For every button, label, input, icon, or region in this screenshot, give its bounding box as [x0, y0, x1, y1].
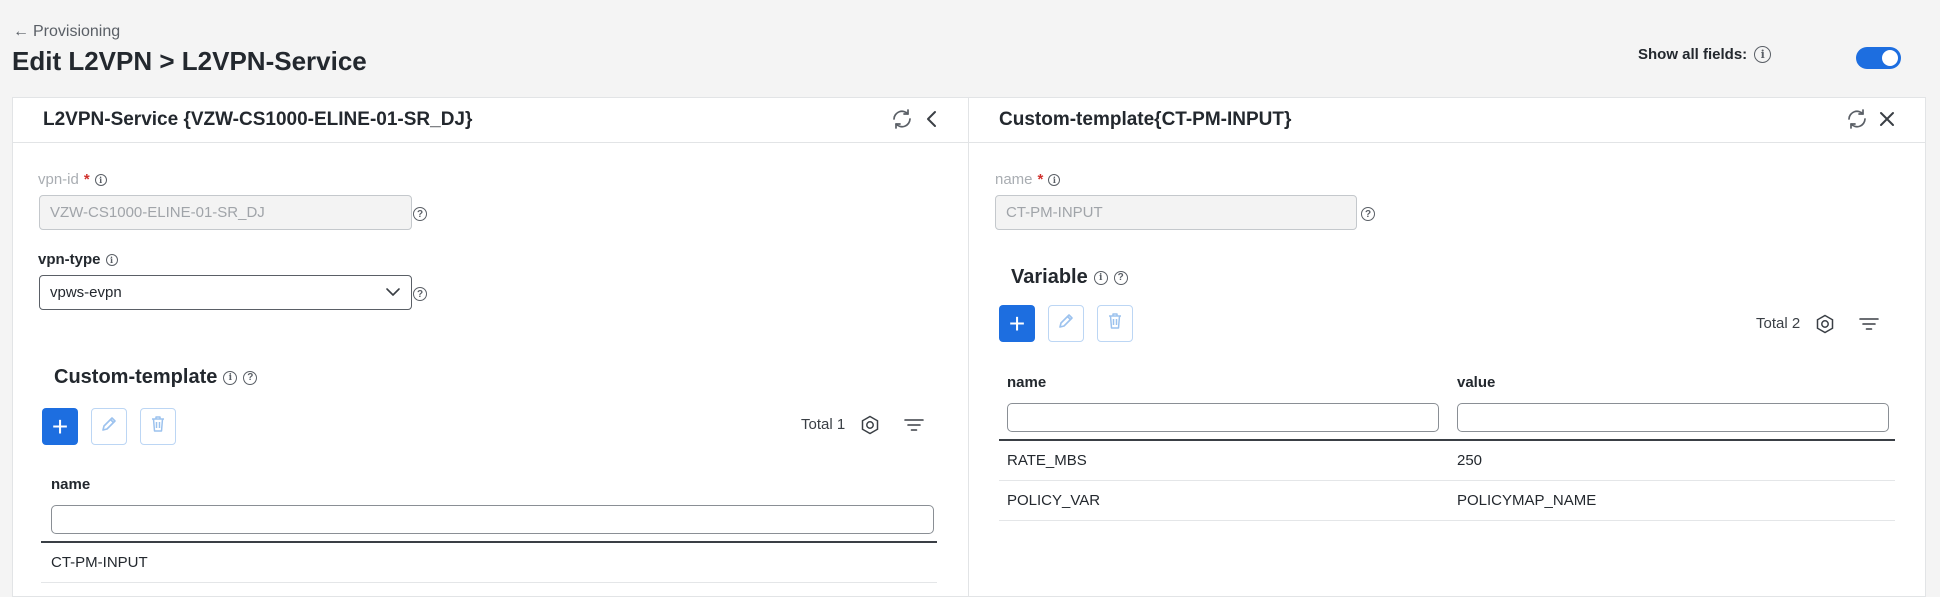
table-row[interactable]: CT-PM-INPUT	[41, 543, 937, 583]
delete-button[interactable]	[1097, 305, 1133, 342]
vpn-type-select[interactable]: vpws-evpn	[39, 275, 412, 310]
gear-icon[interactable]	[858, 413, 882, 437]
gear-icon[interactable]	[1813, 312, 1837, 336]
plus-icon: +	[51, 410, 69, 442]
custom-template-panel: Custom-template{CT-PM-INPUT} name * i CT…	[968, 97, 1926, 597]
value-filter-input[interactable]	[1457, 403, 1889, 432]
close-icon[interactable]	[1875, 107, 1899, 131]
total-count: Total 1	[801, 416, 846, 433]
info-icon[interactable]: i	[1754, 46, 1772, 63]
cell-name: POLICY_VAR	[1007, 492, 1101, 509]
name-filter-input[interactable]	[1007, 403, 1439, 432]
back-link-label: Provisioning	[33, 23, 121, 40]
arrow-left-icon: ←	[13, 23, 29, 40]
chevron-left-icon[interactable]	[920, 107, 944, 131]
panel-title: L2VPN-Service {VZW-CS1000-ELINE-01-SR_DJ…	[43, 109, 473, 130]
table-row[interactable]: POLICY_VAR POLICYMAP_NAME	[999, 481, 1895, 521]
column-header-name: name	[1007, 374, 1047, 391]
total-count: Total 2	[1756, 315, 1801, 332]
show-all-fields-toggle[interactable]	[1856, 47, 1901, 69]
info-icon[interactable]: i	[1048, 173, 1061, 186]
page-title: Edit L2VPN > L2VPN-Service	[12, 46, 367, 76]
required-asterisk: *	[1037, 171, 1044, 188]
filter-icon[interactable]	[1857, 312, 1881, 336]
pencil-icon	[100, 415, 118, 438]
section-title-text: Variable	[1011, 266, 1088, 288]
section-title-text: Custom-template	[54, 366, 218, 388]
chevron-down-icon	[385, 284, 401, 301]
help-icon[interactable]: ?	[1113, 270, 1128, 285]
help-icon[interactable]: ?	[1361, 207, 1375, 221]
plus-icon: +	[1008, 307, 1026, 339]
help-icon[interactable]: ?	[413, 287, 427, 301]
show-all-fields: Show all fields: i	[1638, 46, 1772, 63]
required-asterisk: *	[83, 171, 90, 188]
cell-value: POLICYMAP_NAME	[1457, 492, 1597, 509]
info-icon[interactable]: i	[105, 253, 118, 266]
vpn-type-label-text: vpn-type	[38, 251, 101, 268]
edit-button[interactable]	[1048, 305, 1084, 342]
name-label: name * i	[995, 171, 1061, 188]
trash-icon	[150, 415, 166, 438]
refresh-icon[interactable]	[890, 107, 914, 131]
name-filter-input[interactable]	[51, 505, 934, 534]
table-row[interactable]: RATE_MBS 250	[999, 441, 1895, 481]
help-icon[interactable]: ?	[243, 370, 258, 385]
vpn-type-value: vpws-evpn	[50, 284, 122, 301]
custom-template-section-title: Custom-template i ?	[54, 366, 258, 389]
info-icon[interactable]: i	[223, 370, 238, 385]
name-label-text: name	[995, 171, 1033, 188]
name-value: CT-PM-INPUT	[1006, 204, 1103, 221]
variable-section-title: Variable i ?	[1011, 266, 1128, 289]
vpn-id-field: VZW-CS1000-ELINE-01-SR_DJ	[39, 195, 412, 230]
cell-name: RATE_MBS	[1007, 452, 1087, 469]
back-to-provisioning-link[interactable]: ← Provisioning	[13, 23, 120, 41]
vpn-id-label: vpn-id * i	[38, 171, 107, 188]
column-header-value: value	[1457, 374, 1496, 391]
filter-icon[interactable]	[902, 413, 926, 437]
cell-name: CT-PM-INPUT	[51, 554, 148, 571]
edit-button[interactable]	[91, 408, 127, 445]
panel-header: Custom-template{CT-PM-INPUT}	[969, 98, 1925, 143]
refresh-icon[interactable]	[1845, 107, 1869, 131]
vpn-type-label: vpn-type i	[38, 251, 118, 268]
l2vpn-service-panel: L2VPN-Service {VZW-CS1000-ELINE-01-SR_DJ…	[12, 97, 969, 597]
add-button[interactable]: +	[999, 305, 1035, 342]
info-icon[interactable]: i	[1093, 270, 1108, 285]
vpn-id-value: VZW-CS1000-ELINE-01-SR_DJ	[50, 204, 265, 221]
panel-header: L2VPN-Service {VZW-CS1000-ELINE-01-SR_DJ…	[13, 98, 968, 143]
trash-icon	[1107, 312, 1123, 335]
delete-button[interactable]	[140, 408, 176, 445]
name-field: CT-PM-INPUT	[995, 195, 1357, 230]
add-button[interactable]: +	[42, 408, 78, 445]
vpn-id-label-text: vpn-id	[38, 171, 79, 188]
show-all-fields-label: Show all fields:	[1638, 46, 1748, 63]
help-icon[interactable]: ?	[413, 207, 427, 221]
cell-value: 250	[1457, 452, 1483, 469]
pencil-icon	[1057, 312, 1075, 335]
column-header-name: name	[51, 476, 91, 493]
info-icon[interactable]: i	[94, 173, 107, 186]
panel-title: Custom-template{CT-PM-INPUT}	[999, 109, 1292, 130]
